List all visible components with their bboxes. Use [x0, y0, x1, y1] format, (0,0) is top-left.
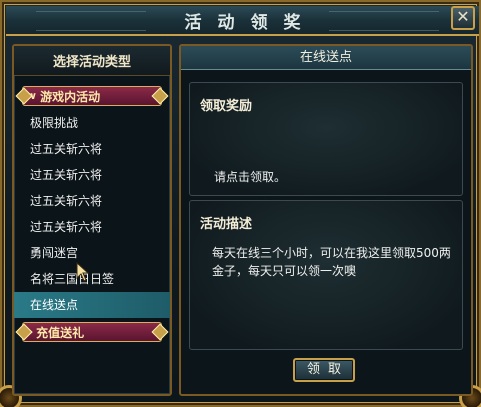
close-button[interactable]: ✕ [451, 6, 475, 30]
category-tab-recharge[interactable]: › 充值送礼 [15, 322, 169, 342]
activity-detail-panel: 在线送点 领取奖励 请点击领取。 活动描述 每天在线三个小时，可以在我这里领取5… [179, 44, 473, 396]
category-tab-label: 游戏内活动 [40, 89, 101, 104]
reward-instruction: 请点击领取。 [214, 170, 287, 184]
reward-title: 领取奖励 [200, 99, 253, 114]
activity-type-header: 选择活动类型 [14, 46, 170, 76]
list-item[interactable]: 过五关斩六将 [14, 214, 170, 240]
list-item[interactable]: 过五关斩六将 [14, 188, 170, 214]
gem-icon [151, 87, 169, 105]
activity-reward-window: 活动领奖 ✕ 选择活动类型 ∨ 游戏内活动 极限挑战 过五关斩六将 过五关斩六将… [0, 0, 481, 407]
description-title: 活动描述 [200, 217, 253, 232]
reward-section: 领取奖励 请点击领取。 [189, 82, 463, 196]
close-icon: ✕ [456, 7, 470, 26]
claim-button[interactable]: 领取 [293, 358, 355, 382]
description-section: 活动描述 每天在线三个小时，可以在我这里领取500两金子，每天只可以领一次噢 [189, 200, 463, 350]
list-item[interactable]: 极限挑战 [14, 110, 170, 136]
activity-list: 极限挑战 过五关斩六将 过五关斩六将 过五关斩六将 过五关斩六将 勇闯迷宫 名将… [14, 110, 170, 318]
category-tab-ingame[interactable]: ∨ 游戏内活动 [15, 86, 169, 106]
activity-detail-title: 在线送点 [181, 46, 471, 70]
list-item-selected[interactable]: 在线送点 [14, 292, 170, 318]
activity-type-panel: 选择活动类型 ∨ 游戏内活动 极限挑战 过五关斩六将 过五关斩六将 过五关斩六将… [12, 44, 172, 396]
list-item[interactable]: 过五关斩六将 [14, 136, 170, 162]
category-tab-label: 充值送礼 [36, 325, 85, 340]
gem-icon [151, 323, 169, 341]
title-bar[interactable]: 活动领奖 [6, 6, 479, 36]
title-decoration [36, 11, 146, 31]
description-text: 每天在线三个小时，可以在我这里领取500两金子，每天只可以领一次噢 [212, 246, 451, 278]
list-item[interactable]: 过五关斩六将 [14, 162, 170, 188]
list-item[interactable]: 勇闯迷宫 [14, 240, 170, 266]
window-title: 活动领奖 [184, 12, 317, 33]
list-item[interactable]: 名将三国日日签 [14, 266, 170, 292]
title-decoration [329, 11, 439, 31]
mouse-cursor-icon [76, 262, 90, 282]
